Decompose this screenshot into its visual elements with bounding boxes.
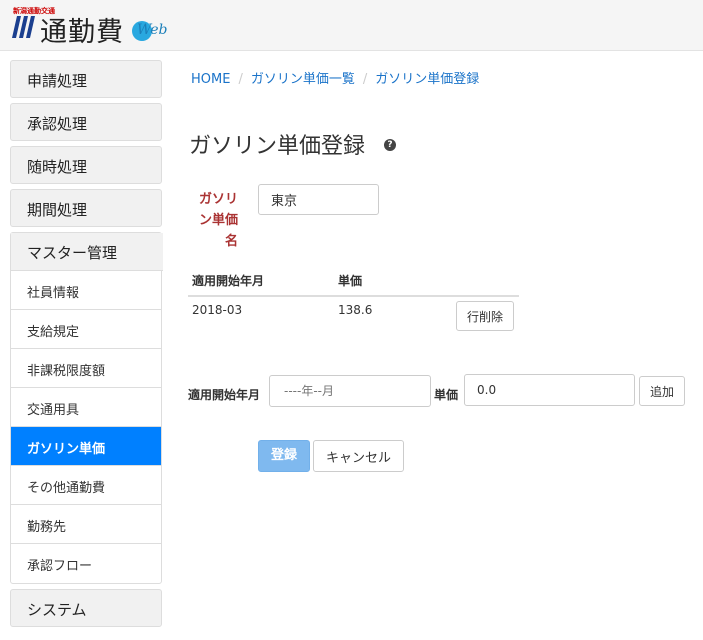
logo-web-text: Web — [137, 22, 168, 38]
page-title: ガソリン単価登録 — [189, 134, 366, 159]
breadcrumb-list-link[interactable]: ガソリン単価一覧 — [251, 72, 355, 87]
table-row: 2018-03 138.6 行削除 — [188, 297, 519, 333]
sidebar-item-approve[interactable]: 承認処理 — [10, 103, 162, 141]
price-table-header: 適用開始年月 単価 — [188, 266, 519, 297]
label-line: 名 — [224, 234, 238, 249]
label-line: ン単価 — [198, 213, 238, 228]
sidebar-subitem-workplace[interactable]: 勤務先 — [11, 505, 161, 544]
new-price-label: 単価 — [434, 388, 459, 402]
sidebar-group-master: マスター管理 社員情報 支給規定 非課税限度額 交通用具 ガソリン単価 その他通… — [10, 232, 163, 584]
gasoline-price-name-label: ガソリ ン単価 名 — [194, 189, 238, 252]
gasoline-price-name-input[interactable] — [258, 184, 379, 215]
sidebar-item-adhoc[interactable]: 随時処理 — [10, 146, 162, 184]
sidebar-subitem-payment-rules[interactable]: 支給規定 — [11, 310, 161, 349]
sidebar-subitem-gasoline-price[interactable]: ガソリン単価 — [11, 427, 161, 466]
breadcrumb-separator: / — [362, 72, 368, 87]
new-start-month-input[interactable] — [269, 375, 431, 407]
sidebar-subitem-employee[interactable]: 社員情報 — [11, 271, 161, 310]
new-price-input[interactable] — [464, 374, 635, 406]
column-header-price: 単価 — [338, 274, 363, 288]
sidebar-item-period[interactable]: 期間処理 — [10, 189, 162, 227]
sidebar: 申請処理 承認処理 随時処理 期間処理 マスター管理 社員情報 支給規定 非課税… — [10, 60, 163, 632]
sidebar-item-system[interactable]: システム — [10, 589, 162, 627]
sidebar-subitem-other-commute[interactable]: その他通勤費 — [11, 466, 161, 505]
sidebar-subitem-approval-flow[interactable]: 承認フロー — [11, 544, 161, 583]
app-header: 新潟通勤交通 通勤費 Web — [0, 0, 703, 51]
sidebar-subitem-tax-limit[interactable]: 非課税限度額 — [11, 349, 161, 388]
sidebar-subitem-vehicle[interactable]: 交通用具 — [11, 388, 161, 427]
register-button[interactable]: 登録 — [258, 440, 310, 472]
add-row-button[interactable]: 追加 — [639, 376, 685, 406]
new-start-month-label: 適用開始年月 — [188, 388, 261, 402]
label-line: ガソリ — [198, 192, 238, 207]
column-header-start-month: 適用開始年月 — [192, 274, 265, 288]
breadcrumb-home-link[interactable]: HOME — [191, 72, 230, 87]
logo-stripes-icon — [12, 16, 35, 38]
cell-start-month: 2018-03 — [192, 303, 243, 317]
cancel-button[interactable]: キャンセル — [313, 440, 404, 472]
sidebar-item-master[interactable]: マスター管理 — [11, 233, 163, 271]
breadcrumb-separator: / — [238, 72, 243, 87]
help-icon[interactable]: ? — [384, 139, 396, 151]
breadcrumb: HOME / ガソリン単価一覧 / ガソリン単価登録 — [191, 68, 479, 87]
sidebar-item-apply[interactable]: 申請処理 — [10, 60, 162, 98]
delete-row-button[interactable]: 行削除 — [456, 301, 514, 331]
breadcrumb-current-link[interactable]: ガソリン単価登録 — [375, 72, 479, 87]
app-title: 通勤費 — [40, 17, 124, 48]
cell-price: 138.6 — [338, 303, 373, 317]
